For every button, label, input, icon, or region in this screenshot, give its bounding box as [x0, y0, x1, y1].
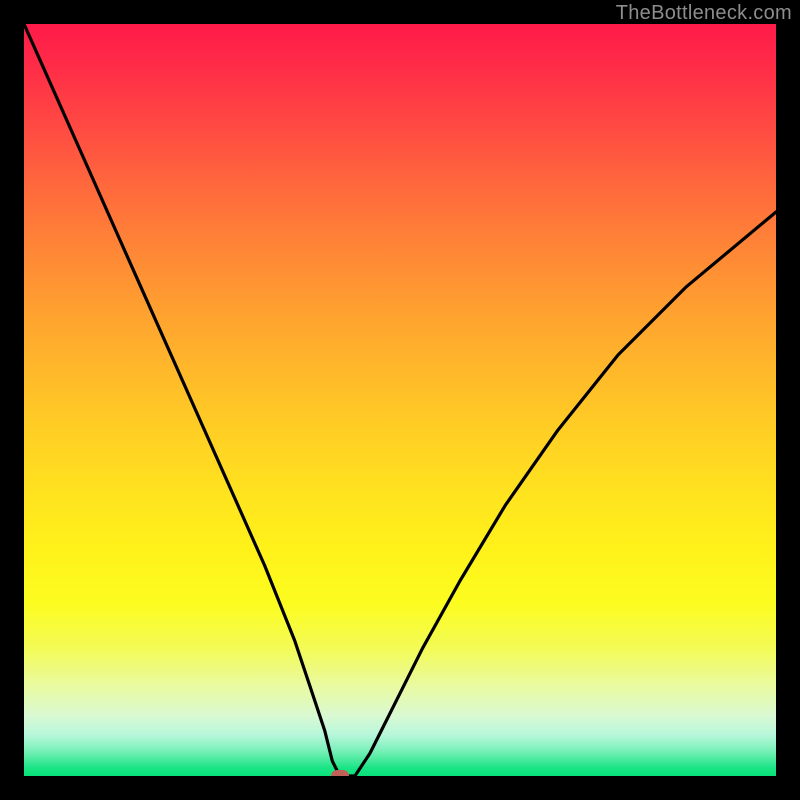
optimal-point-marker — [331, 770, 349, 776]
chart-frame: TheBottleneck.com — [0, 0, 800, 800]
bottleneck-curve — [24, 24, 776, 776]
plot-area — [24, 24, 776, 776]
watermark-text: TheBottleneck.com — [616, 2, 792, 25]
